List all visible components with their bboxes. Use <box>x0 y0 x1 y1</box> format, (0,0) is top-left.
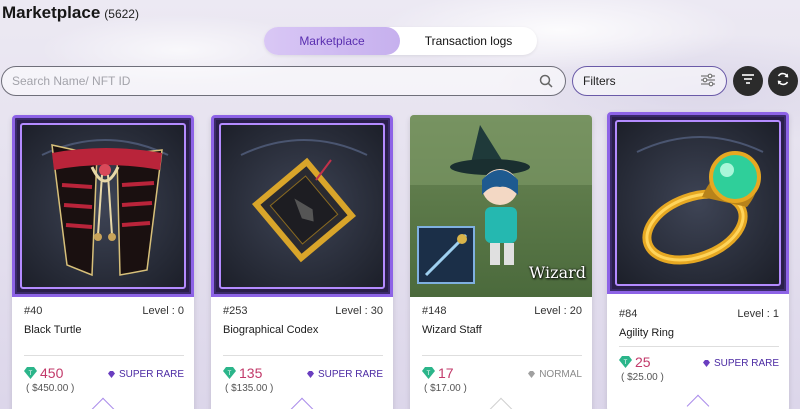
search-bar <box>1 66 566 96</box>
item-price: 25 <box>635 354 651 370</box>
sort-icon <box>741 72 755 90</box>
diamond-icon <box>306 371 314 378</box>
rarity-badge: SUPER RARE <box>107 369 184 380</box>
nft-id: #40 <box>24 305 43 317</box>
refresh-icon <box>776 72 790 91</box>
refresh-button[interactable] <box>768 66 798 96</box>
item-price: 450 <box>40 365 64 381</box>
item-image <box>607 112 789 294</box>
sort-button[interactable] <box>733 66 763 96</box>
black-turtle-art <box>41 139 169 277</box>
divider <box>24 355 184 356</box>
rarity-badge: SUPER RARE <box>702 358 779 369</box>
usd-price: ( $450.00 ) <box>26 383 75 394</box>
agility-ring-art <box>636 136 764 265</box>
card-notch <box>290 397 314 409</box>
svg-text:T: T <box>624 360 628 366</box>
divider <box>619 346 779 347</box>
svg-text:T: T <box>427 371 431 377</box>
filters-label: Filters <box>583 74 616 88</box>
usd-price: ( $135.00 ) <box>225 383 274 394</box>
rarity-badge: NORMAL <box>528 369 582 380</box>
item-image: Wizard <box>410 115 592 297</box>
token-icon: T <box>422 367 435 379</box>
nft-card[interactable]: Wizard #148 Level : 20 Wizard Staff T 17… <box>410 115 592 409</box>
nft-id: #148 <box>422 305 447 317</box>
search-icon[interactable] <box>537 72 555 90</box>
rarity-badge: SUPER RARE <box>306 369 383 380</box>
card-notch <box>489 397 513 409</box>
art-label: Wizard <box>528 263 586 282</box>
card-notch <box>686 394 710 409</box>
sliders-icon <box>700 73 716 90</box>
item-image <box>211 115 393 297</box>
svg-text:T: T <box>228 371 232 377</box>
page-title: Marketplace <box>2 3 101 22</box>
item-level: Level : 20 <box>534 305 582 317</box>
search-input[interactable] <box>12 74 537 88</box>
divider <box>422 355 582 356</box>
item-price: 17 <box>438 365 454 381</box>
tab-marketplace[interactable]: Marketplace <box>264 27 400 55</box>
divider <box>223 355 383 356</box>
usd-price: ( $25.00 ) <box>621 372 664 383</box>
token-icon: T <box>619 356 632 368</box>
diamond-icon <box>107 371 115 378</box>
diamond-icon <box>528 371 536 378</box>
tab-transaction-logs[interactable]: Transaction logs <box>400 27 537 55</box>
item-level: Level : 0 <box>142 305 184 317</box>
token-icon: T <box>223 367 236 379</box>
item-count: (5622) <box>104 7 139 21</box>
item-name: Agility Ring <box>619 327 675 339</box>
codex-art <box>240 139 368 263</box>
token-icon: T <box>24 367 37 379</box>
svg-text:T: T <box>29 371 33 377</box>
filters-button[interactable]: Filters <box>572 66 727 96</box>
page-header: Marketplace (5622) <box>2 3 139 23</box>
item-level: Level : 1 <box>737 308 779 320</box>
item-image <box>12 115 194 297</box>
item-price: 135 <box>239 365 263 381</box>
card-notch <box>91 397 115 409</box>
nft-card[interactable]: #253 Level : 30 Biographical Codex T 135… <box>211 115 393 409</box>
nft-card[interactable]: #84 Level : 1 Agility Ring T 25 ( $25.00… <box>607 112 789 409</box>
item-name: Black Turtle <box>24 324 82 336</box>
usd-price: ( $17.00 ) <box>424 383 467 394</box>
nft-id: #84 <box>619 308 638 320</box>
item-name: Biographical Codex <box>223 324 319 336</box>
item-name: Wizard Staff <box>422 324 482 336</box>
nft-card[interactable]: #40 Level : 0 Black Turtle T 450 ( $450.… <box>12 115 194 409</box>
nft-id: #253 <box>223 305 248 317</box>
tab-bar: Marketplace Transaction logs <box>264 27 537 55</box>
item-level: Level : 30 <box>335 305 383 317</box>
diamond-icon <box>702 360 710 367</box>
